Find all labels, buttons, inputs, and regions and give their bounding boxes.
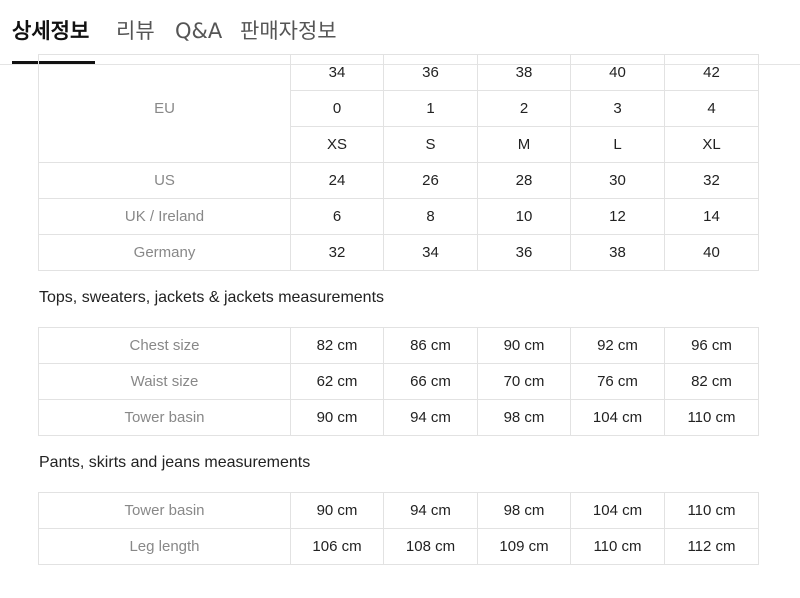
table-cell: 94 cm bbox=[383, 399, 478, 436]
table-cell: 110 cm bbox=[664, 492, 759, 529]
row-label: Tower basin bbox=[38, 399, 291, 436]
row-label: Leg length bbox=[38, 528, 291, 565]
table-cell: 6 bbox=[290, 198, 384, 235]
table-cell: 82 cm bbox=[290, 327, 384, 364]
table-cell: 76 cm bbox=[570, 363, 665, 400]
table-cell: 90 cm bbox=[290, 399, 384, 436]
table-cell: 38 bbox=[477, 54, 571, 91]
pants-section-title: Pants, skirts and jeans measurements bbox=[39, 454, 311, 471]
tab-details[interactable]: 상세정보 bbox=[12, 16, 89, 46]
table-cell: 94 cm bbox=[383, 492, 478, 529]
table-cell: 110 cm bbox=[664, 399, 759, 436]
row-label: Chest size bbox=[38, 327, 291, 364]
table-cell: 28 bbox=[477, 162, 571, 199]
size-conversion-table: EU 34 36 38 40 42 0 1 2 3 4 XS S M L XL … bbox=[38, 54, 759, 271]
table-cell: L bbox=[570, 126, 665, 163]
table-row: Chest size 82 cm 86 cm 90 cm 92 cm 96 cm bbox=[38, 327, 759, 364]
table-cell: 32 bbox=[664, 162, 759, 199]
table-cell: 70 cm bbox=[477, 363, 571, 400]
row-label: US bbox=[38, 162, 291, 199]
table-cell: 90 cm bbox=[477, 327, 571, 364]
table-cell: XS bbox=[290, 126, 384, 163]
table-cell: 10 bbox=[477, 198, 571, 235]
table-cell: 82 cm bbox=[664, 363, 759, 400]
row-label: UK / Ireland bbox=[38, 198, 291, 235]
table-cell: 42 bbox=[664, 54, 759, 91]
row-label: Waist size bbox=[38, 363, 291, 400]
tops-section-title: Tops, sweaters, jackets & jackets measur… bbox=[39, 289, 385, 306]
table-row: Waist size 62 cm 66 cm 70 cm 76 cm 82 cm bbox=[38, 363, 759, 400]
table-cell: 98 cm bbox=[477, 399, 571, 436]
table-cell: 86 cm bbox=[383, 327, 478, 364]
table-cell: 36 bbox=[477, 234, 571, 271]
table-cell: 40 bbox=[570, 54, 665, 91]
table-cell: 112 cm bbox=[664, 528, 759, 565]
row-label: Germany bbox=[38, 234, 291, 271]
tab-qna[interactable]: Q&A bbox=[175, 16, 222, 46]
table-cell: M bbox=[477, 126, 571, 163]
table-cell: XL bbox=[664, 126, 759, 163]
tab-reviews[interactable]: 리뷰 bbox=[116, 16, 155, 46]
table-cell: 109 cm bbox=[477, 528, 571, 565]
table-cell: 32 bbox=[290, 234, 384, 271]
table-row: Germany 32 34 36 38 40 bbox=[38, 234, 759, 271]
table-cell: 34 bbox=[383, 234, 478, 271]
table-row: US 24 26 28 30 32 bbox=[38, 162, 759, 199]
table-cell: 36 bbox=[383, 54, 478, 91]
table-cell: 110 cm bbox=[570, 528, 665, 565]
table-cell: 2 bbox=[477, 90, 571, 127]
table-cell: 8 bbox=[383, 198, 478, 235]
table-cell: 3 bbox=[570, 90, 665, 127]
table-cell: 38 bbox=[570, 234, 665, 271]
pants-measurements-table: Tower basin 90 cm 94 cm 98 cm 104 cm 110… bbox=[38, 492, 759, 565]
table-row: UK / Ireland 6 8 10 12 14 bbox=[38, 198, 759, 235]
table-row: EU 34 36 38 40 42 bbox=[38, 54, 759, 163]
table-cell: 40 bbox=[664, 234, 759, 271]
table-cell: 12 bbox=[570, 198, 665, 235]
table-cell: 1 bbox=[383, 90, 478, 127]
table-row: Leg length 106 cm 108 cm 109 cm 110 cm 1… bbox=[38, 528, 759, 565]
table-cell: 30 bbox=[570, 162, 665, 199]
table-cell: 104 cm bbox=[570, 492, 665, 529]
table-cell: 96 cm bbox=[664, 327, 759, 364]
table-row: Tower basin 90 cm 94 cm 98 cm 104 cm 110… bbox=[38, 399, 759, 436]
table-cell: 0 bbox=[290, 90, 384, 127]
table-cell: 14 bbox=[664, 198, 759, 235]
table-cell: 106 cm bbox=[290, 528, 384, 565]
table-cell: 90 cm bbox=[290, 492, 384, 529]
tops-measurements-table: Chest size 82 cm 86 cm 90 cm 92 cm 96 cm… bbox=[38, 327, 759, 436]
table-cell: 24 bbox=[290, 162, 384, 199]
table-row: Tower basin 90 cm 94 cm 98 cm 104 cm 110… bbox=[38, 492, 759, 529]
table-cell: 92 cm bbox=[570, 327, 665, 364]
table-cell: 62 cm bbox=[290, 363, 384, 400]
table-cell: S bbox=[383, 126, 478, 163]
table-cell: 108 cm bbox=[383, 528, 478, 565]
table-cell: 104 cm bbox=[570, 399, 665, 436]
table-cell: 34 bbox=[290, 54, 384, 91]
table-cell: 66 cm bbox=[383, 363, 478, 400]
row-label: Tower basin bbox=[38, 492, 291, 529]
tab-seller-info[interactable]: 판매자정보 bbox=[240, 16, 337, 46]
table-cell: 4 bbox=[664, 90, 759, 127]
row-label-eu: EU bbox=[38, 54, 291, 163]
table-cell: 98 cm bbox=[477, 492, 571, 529]
table-cell: 26 bbox=[383, 162, 478, 199]
